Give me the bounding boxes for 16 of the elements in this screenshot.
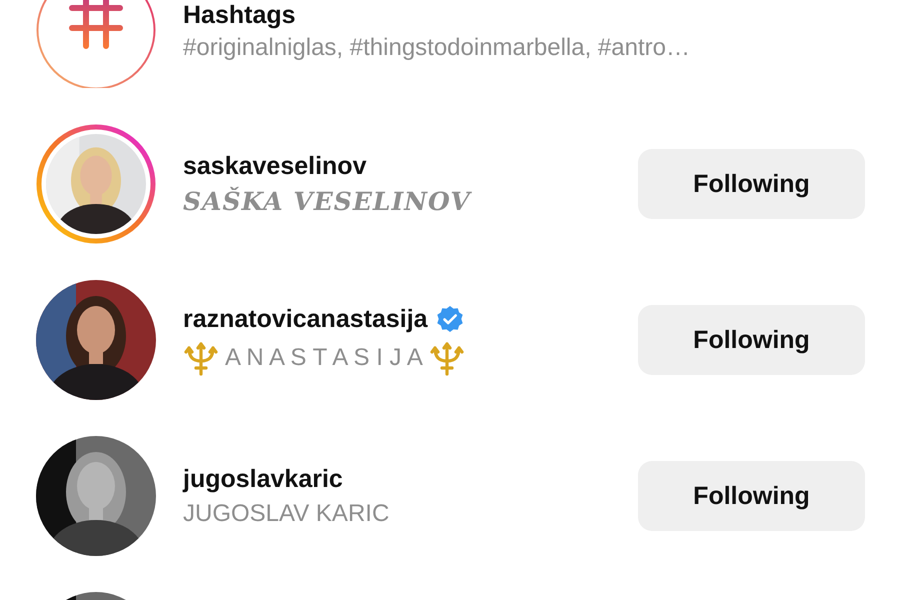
story-ring[interactable] xyxy=(36,124,156,244)
hashtag-list: #originalniglas, #thingstodoinmarbella, #antro… xyxy=(183,34,690,62)
full-name: A N A S T A S I J A xyxy=(225,344,423,372)
trident-icon xyxy=(428,340,465,376)
username[interactable]: jugoslavkaric xyxy=(183,464,343,494)
verified-badge-icon xyxy=(436,305,464,334)
hashtag-icon xyxy=(36,0,156,88)
full-name: JUGOSLAV KARIC xyxy=(183,500,390,528)
username[interactable]: raznatovicanastasija xyxy=(183,304,428,334)
hashtags-title: Hashtags xyxy=(183,1,297,30)
following-button[interactable]: Following xyxy=(638,149,865,220)
trident-icon xyxy=(183,340,219,376)
username[interactable]: saskaveselinov xyxy=(183,152,366,182)
following-button[interactable]: Following xyxy=(638,305,865,376)
following-button[interactable]: Following xyxy=(638,461,865,532)
full-name: SAŠKA VESELINOV xyxy=(183,187,471,216)
